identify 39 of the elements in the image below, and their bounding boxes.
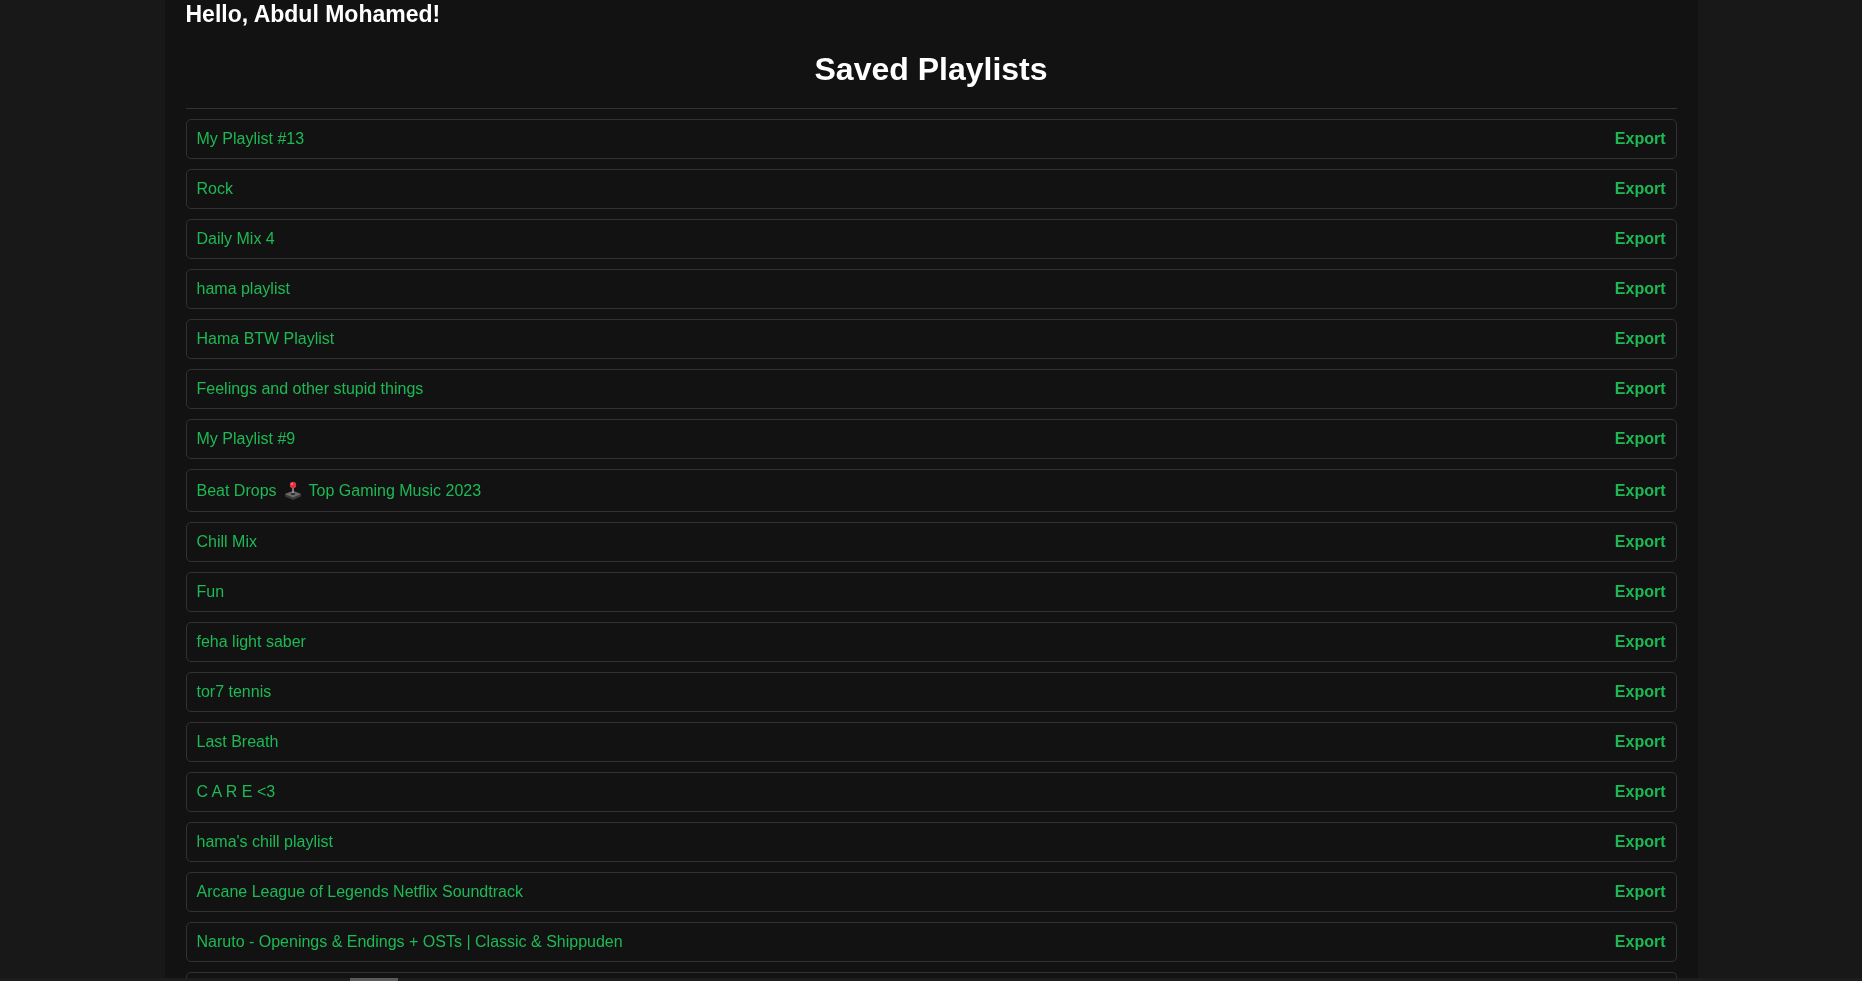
export-button[interactable]: Export xyxy=(1614,933,1666,951)
export-button[interactable]: Export xyxy=(1614,633,1666,651)
playlist-name: Arcane League of Legends Netflix Soundtrack xyxy=(196,883,523,901)
export-button[interactable]: Export xyxy=(1614,330,1666,348)
export-button[interactable]: Export xyxy=(1614,683,1666,701)
export-button[interactable]: Export xyxy=(1614,883,1666,901)
export-button[interactable]: Export xyxy=(1614,481,1666,500)
playlist-name: Beat Drops xyxy=(196,481,277,500)
playlist-name: Naruto - Openings & Endings + OSTs | Classic & Shippuden xyxy=(196,933,623,951)
playlist-name: Top Gaming Music 2023 xyxy=(308,481,482,500)
joystick-icon xyxy=(283,481,302,500)
export-button[interactable]: Export xyxy=(1614,583,1666,601)
playlist-name: tor7 tennis xyxy=(196,683,272,701)
export-button[interactable]: Export xyxy=(1614,180,1666,198)
scrollbar-thumb[interactable] xyxy=(350,978,398,981)
playlist-name: Fun xyxy=(196,583,225,601)
playlist-name: Last Breath xyxy=(196,733,279,751)
export-button[interactable]: Export xyxy=(1614,230,1666,248)
greeting-heading: Hello, Abdul Mohamed! xyxy=(185,0,442,28)
playlist-name: Rock xyxy=(196,180,233,198)
export-button[interactable]: Export xyxy=(1614,130,1666,148)
playlist-name: hama's chill playlist xyxy=(196,833,333,851)
playlist-name: C A R E <3 xyxy=(196,783,276,801)
playlist-name: feha light saber xyxy=(196,633,306,651)
playlist-name: hama playlist xyxy=(196,280,290,298)
playlist-name: Daily Mix 4 xyxy=(196,230,275,248)
playlist-name: Hama BTW Playlist xyxy=(196,330,335,348)
playlist-name: My Playlist #13 xyxy=(196,130,305,148)
export-button[interactable]: Export xyxy=(1614,430,1666,448)
playlist-name: Feelings and other stupid things xyxy=(196,380,424,398)
export-button[interactable]: Export xyxy=(1614,533,1666,551)
playlist-name: Chill Mix xyxy=(196,533,257,551)
export-button[interactable]: Export xyxy=(1614,280,1666,298)
playlist-name: My Playlist #9 xyxy=(196,430,296,448)
export-button[interactable]: Export xyxy=(1614,733,1666,751)
export-button[interactable]: Export xyxy=(1614,833,1666,851)
export-button[interactable]: Export xyxy=(1614,380,1666,398)
page-title: Saved Playlists xyxy=(813,51,1049,88)
export-button[interactable]: Export xyxy=(1614,783,1666,801)
